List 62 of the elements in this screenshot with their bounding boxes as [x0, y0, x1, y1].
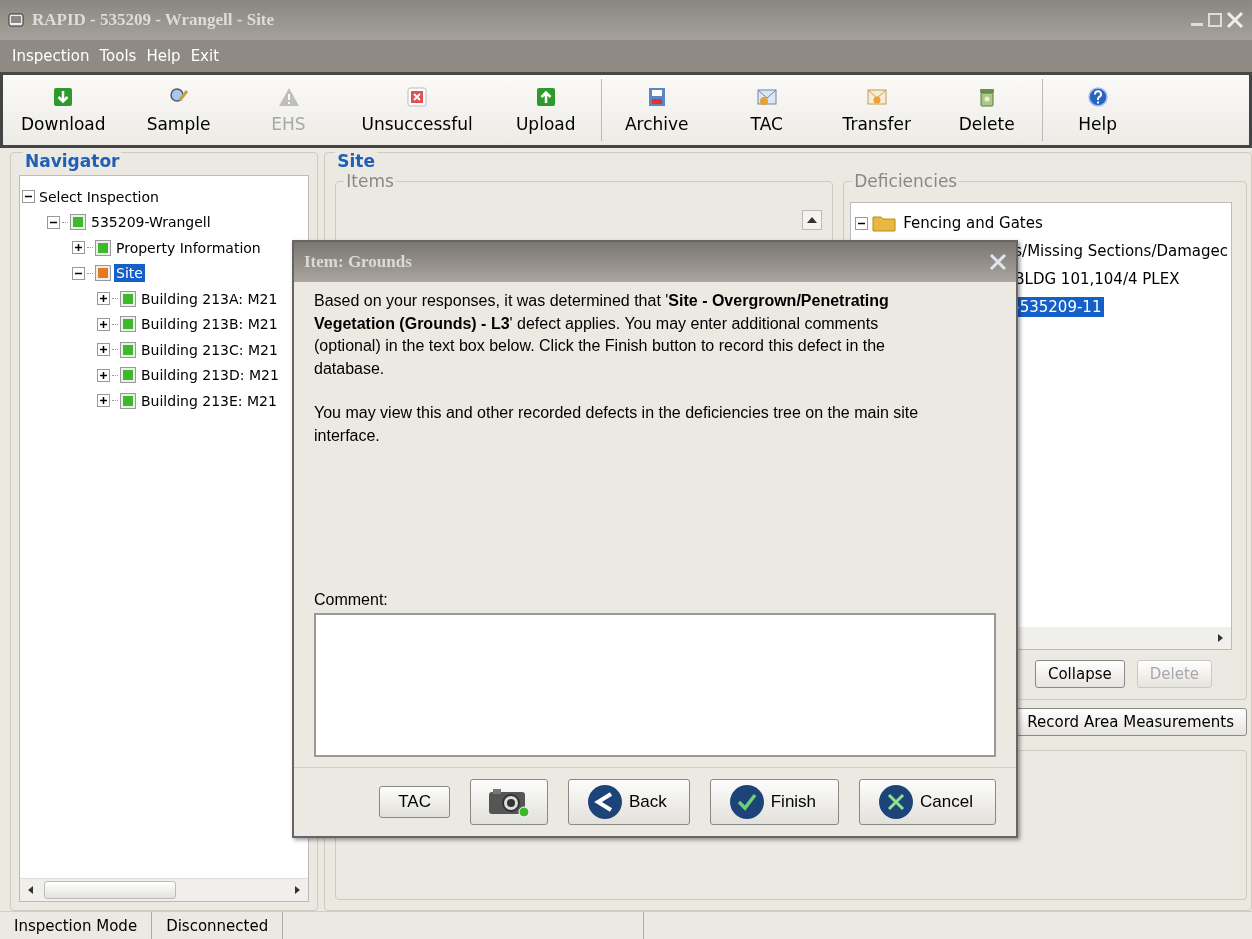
toolbar-button[interactable]: Upload [490, 75, 601, 145]
tree-item[interactable]: 535209-Wrangell [89, 213, 213, 232]
toolbar-button[interactable]: Transfer [821, 75, 932, 145]
tree-item[interactable]: Property Information [114, 238, 263, 257]
expander-icon[interactable] [97, 368, 110, 382]
toolbar-button[interactable]: TAC [711, 75, 822, 145]
dialog-button[interactable]: TAC [379, 786, 450, 818]
tree-item[interactable]: Building 213D: M21 [139, 366, 281, 385]
expander-icon[interactable] [72, 241, 85, 255]
scroll-up-icon[interactable] [802, 210, 823, 230]
expander-icon[interactable] [72, 266, 85, 280]
expander-icon[interactable] [47, 215, 60, 229]
upload-icon [534, 86, 557, 108]
expander-icon[interactable] [855, 216, 869, 230]
toolbar-button[interactable]: Download [3, 75, 124, 145]
scroll-thumb[interactable] [44, 881, 176, 899]
expander-icon[interactable] [97, 343, 110, 357]
warning-icon [277, 86, 300, 108]
back-icon [586, 784, 623, 820]
dialog-button[interactable]: Back [567, 779, 690, 825]
panel-title: Navigator [23, 151, 122, 171]
toolbar-button[interactable]: Sample [123, 75, 234, 145]
camera-icon [486, 786, 531, 818]
toolbar-button[interactable]: Archive [601, 75, 712, 145]
dialog-button[interactable]: Cancel [859, 779, 996, 825]
window-title: RAPID - 535209 - Wrangell - Site [32, 10, 276, 30]
camera-button[interactable] [469, 779, 548, 825]
close-icon[interactable] [988, 252, 1008, 272]
dialog-title: Item: Grounds [304, 252, 412, 272]
tree-item[interactable]: Building 213E: M21 [139, 391, 279, 410]
expander-icon[interactable] [22, 190, 35, 204]
status-text: Inspection Mode [0, 912, 153, 939]
dialog-button[interactable]: Finish [709, 779, 840, 825]
folder-icon [872, 214, 897, 232]
envelope-icon [755, 86, 778, 108]
tree-item[interactable]: Fencing and Gates [900, 213, 1046, 233]
tree-item[interactable]: Building 213B: M21 [139, 315, 280, 334]
tree-item[interactable]: Building 213C: M21 [139, 340, 280, 359]
window-icon [8, 13, 24, 27]
tree-item[interactable]: Site [114, 264, 145, 283]
tree-item[interactable]: Building 213A: M21 [139, 289, 280, 308]
tree-button[interactable]: Collapse [1034, 660, 1125, 688]
message-text: Based on your responses, it was determined that 'Site - Overgrown/Penetrating Vegetation (Grounds) - L3' defect applies. You may enter additional comments (optional) in the text box below. Click the Finish button to record this defect in the database. [314, 291, 890, 379]
help-icon [1086, 86, 1109, 108]
expander-icon[interactable] [97, 292, 110, 306]
expander-icon[interactable] [97, 317, 110, 331]
close-icon[interactable] [1226, 11, 1244, 29]
cancel-icon [878, 784, 915, 820]
error-icon [406, 86, 429, 108]
comment-field[interactable] [314, 613, 996, 757]
envelope-icon [865, 86, 888, 108]
horizontal-scrollbar[interactable] [20, 878, 309, 901]
comment-label: Comment: [314, 591, 388, 609]
expander-icon[interactable] [97, 394, 110, 408]
status-text: Disconnected [152, 912, 284, 939]
message-text: You may view this and other recorded defects in the deficiencies tree on the main site interface. [314, 403, 920, 446]
tree-item[interactable]: Select Inspection [37, 187, 161, 206]
download-icon [52, 86, 75, 108]
toolbar-button[interactable]: Help [1042, 75, 1153, 145]
toolbar-button[interactable]: Unsuccessful [343, 75, 491, 145]
toolbar-button[interactable]: Delete [931, 75, 1042, 145]
check-icon [728, 784, 765, 820]
